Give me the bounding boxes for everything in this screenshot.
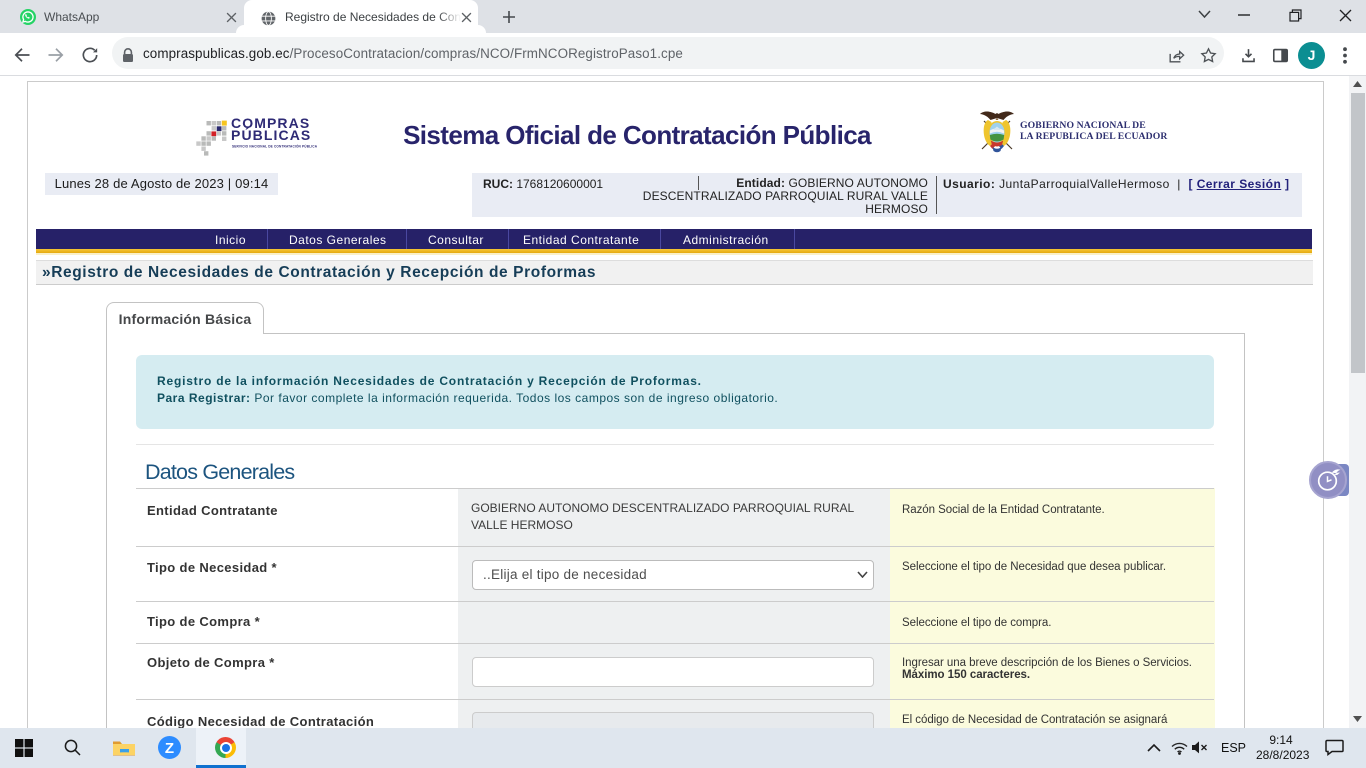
svg-text:Z: Z <box>165 740 174 757</box>
